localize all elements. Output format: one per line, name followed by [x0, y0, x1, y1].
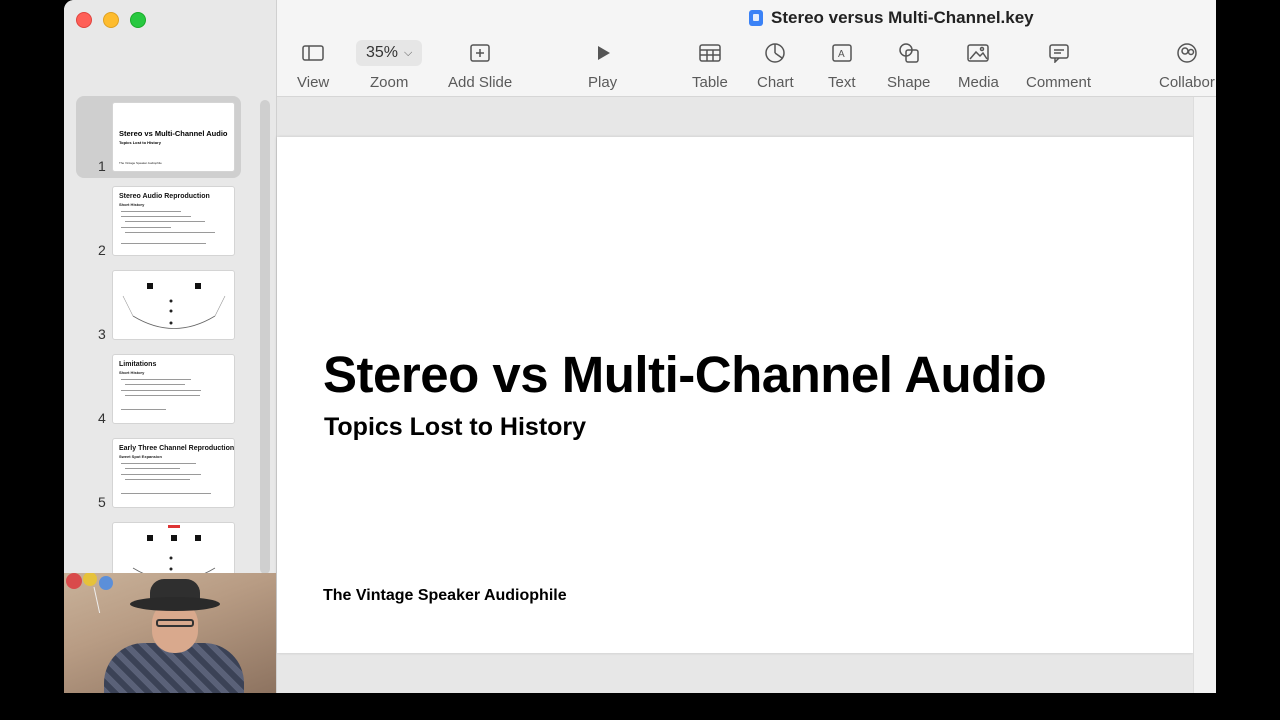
- thumb-title: Stereo vs Multi-Channel Audio: [119, 129, 228, 138]
- thumb-bullet: [121, 409, 166, 410]
- thumb-diagram: [122, 283, 226, 329]
- media-icon: [967, 40, 990, 66]
- thumb-bullet: [125, 384, 185, 385]
- zoom-select[interactable]: 35% ⌵: [356, 40, 423, 66]
- comment-label: Comment: [1026, 74, 1092, 91]
- thumb-subtitle: Sweet Spot Expansion: [119, 454, 162, 459]
- thumb-bullet: [125, 479, 190, 480]
- slide-subtitle[interactable]: Topics Lost to History: [324, 413, 586, 442]
- zoom-window-button[interactable]: [130, 12, 146, 28]
- play-label: Play: [588, 74, 618, 91]
- zoom-value: 35%: [366, 44, 399, 61]
- thumb-bullet: [121, 216, 191, 217]
- toolbar: Stereo versus Multi-Channel.key View 35%…: [277, 0, 1216, 97]
- collaborate-icon: [1175, 40, 1199, 66]
- thumb-bullet: [121, 227, 171, 228]
- shape-icon: [898, 40, 920, 66]
- view-button[interactable]: View: [297, 40, 329, 91]
- table-label: Table: [692, 74, 728, 91]
- slide-canvas: Stereo vs Multi-Channel Audio Topics Los…: [277, 97, 1216, 693]
- chart-label: Chart: [757, 74, 794, 91]
- chart-icon: [764, 40, 786, 66]
- chevron-down-icon: ⌵: [404, 46, 413, 59]
- text-label: Text: [828, 74, 856, 91]
- close-window-button[interactable]: [76, 12, 92, 28]
- window-title: Stereo versus Multi-Channel.key: [749, 8, 1034, 28]
- slide-number: 3: [98, 326, 106, 342]
- thumb-bullet: [121, 493, 211, 494]
- webcam-overlay: [64, 573, 276, 693]
- play-icon: [594, 40, 612, 66]
- slide-thumbnail-3[interactable]: 3: [76, 264, 241, 346]
- slide-preview: Limitations Short History: [112, 354, 235, 424]
- thumb-diagram: [132, 525, 216, 574]
- thumb-bullet: [121, 474, 201, 475]
- thumb-footer: The Vintage Speaker Audiophile: [119, 161, 162, 165]
- slide-preview: Stereo Audio Reproduction Short History: [112, 186, 235, 256]
- table-icon: [699, 40, 721, 66]
- slide-preview: Stereo vs Multi-Channel Audio Topics Los…: [112, 102, 235, 172]
- slide-preview: [112, 522, 235, 574]
- thumb-title: Limitations: [119, 361, 157, 368]
- comment-icon: [1048, 40, 1070, 66]
- thumb-subtitle: Topics Lost to History: [119, 140, 161, 145]
- svg-text:A: A: [838, 49, 845, 60]
- slide-thumbnail-5[interactable]: 5 Early Three Channel Reproduction Sweet…: [76, 432, 241, 514]
- text-icon: A: [831, 40, 853, 66]
- play-button[interactable]: Play: [588, 40, 617, 91]
- shape-label: Shape: [887, 74, 931, 91]
- cowboy-hat-brim: [130, 597, 220, 611]
- thumb-title: Early Three Channel Reproduction: [119, 445, 235, 452]
- document-name: Stereo versus Multi-Channel.key: [771, 8, 1034, 27]
- thumb-bullet: [121, 463, 196, 464]
- slide-number: 2: [98, 242, 106, 258]
- balloons-image: [66, 573, 113, 613]
- add-slide-button[interactable]: Add Slide: [448, 40, 512, 91]
- minimize-window-button[interactable]: [103, 12, 119, 28]
- media-button[interactable]: Media: [958, 40, 999, 91]
- text-button[interactable]: A Text: [828, 40, 856, 91]
- slide-number: 4: [98, 410, 106, 426]
- collaborate-button[interactable]: Collabor: [1159, 40, 1215, 91]
- media-label: Media: [958, 74, 999, 91]
- collaborate-label: Collabor: [1159, 74, 1215, 91]
- slide-thumbnail-2[interactable]: 2 Stereo Audio Reproduction Short Histor…: [76, 180, 241, 262]
- table-button[interactable]: Table: [692, 40, 728, 91]
- slide-thumbnail-4[interactable]: 4 Limitations Short History: [76, 348, 241, 430]
- slide-number: 5: [98, 494, 106, 510]
- zoom-control[interactable]: 35% ⌵ Zoom: [356, 40, 423, 91]
- current-slide[interactable]: Stereo vs Multi-Channel Audio Topics Los…: [277, 137, 1193, 653]
- add-slide-icon: [469, 40, 491, 66]
- slide-thumbnail-6[interactable]: [76, 516, 241, 574]
- chart-button[interactable]: Chart: [757, 40, 794, 91]
- inspector-edge: [1193, 97, 1216, 693]
- slide-thumbnails: 1 Stereo vs Multi-Channel Audio Topics L…: [64, 96, 276, 574]
- add-slide-label: Add Slide: [448, 74, 513, 91]
- thumb-bullet: [125, 232, 215, 233]
- thumb-bullet: [121, 379, 191, 380]
- glasses: [156, 619, 194, 627]
- thumb-bullet: [121, 243, 206, 244]
- thumb-subtitle: Short History: [119, 370, 145, 375]
- slide-footer-text[interactable]: The Vintage Speaker Audiophile: [323, 587, 567, 605]
- zoom-label: Zoom: [370, 74, 409, 91]
- slide-preview: [112, 270, 235, 340]
- slide-preview: Early Three Channel Reproduction Sweet S…: [112, 438, 235, 508]
- thumb-bullet: [121, 211, 181, 212]
- thumb-title: Stereo Audio Reproduction: [119, 193, 210, 200]
- slide-thumbnail-1[interactable]: 1 Stereo vs Multi-Channel Audio Topics L…: [76, 96, 241, 178]
- slide-title[interactable]: Stereo vs Multi-Channel Audio: [323, 345, 1047, 404]
- thumb-bullet: [125, 468, 180, 469]
- keynote-document-icon: [749, 10, 763, 26]
- thumb-bullet: [121, 390, 201, 391]
- view-label: View: [297, 74, 330, 91]
- shape-button[interactable]: Shape: [887, 40, 930, 91]
- slide-number: 1: [98, 158, 106, 174]
- sidebar-icon: [302, 40, 324, 66]
- thumb-bullet: [125, 221, 205, 222]
- thumb-subtitle: Short History: [119, 202, 145, 207]
- thumb-bullet: [125, 395, 200, 396]
- comment-button[interactable]: Comment: [1026, 40, 1091, 91]
- navigator-scrollbar[interactable]: [260, 100, 270, 574]
